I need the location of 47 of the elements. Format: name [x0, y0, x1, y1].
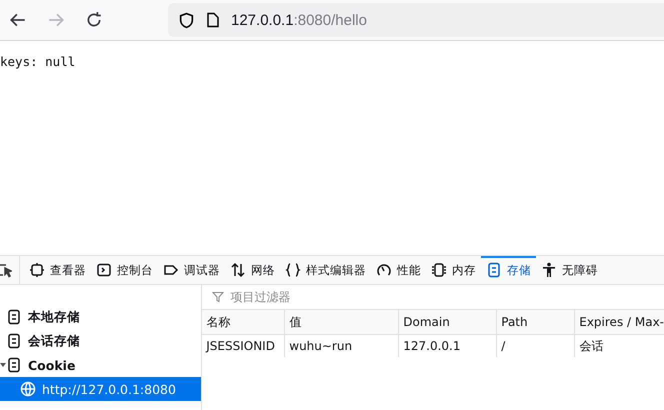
devtools-tab[interactable]: 存储	[481, 256, 536, 284]
table-cell: wuhu~run	[284, 335, 398, 357]
devtools-tab[interactable]: 网络	[225, 256, 280, 284]
person-icon	[541, 262, 557, 278]
devtools-tab[interactable]: 内存	[426, 256, 481, 284]
tree-item[interactable]: 会话存储	[0, 329, 202, 353]
caret-icon	[0, 362, 6, 368]
column-header[interactable]: Path	[496, 310, 574, 334]
column-header[interactable]: 值	[284, 310, 398, 334]
page-text: keys: null	[0, 54, 76, 69]
braces-icon	[285, 262, 301, 278]
column-header[interactable]: 名称	[202, 310, 284, 334]
devtools-tab[interactable]: 无障碍	[536, 256, 603, 284]
storage-icon	[486, 262, 502, 278]
globe-icon	[20, 381, 36, 397]
reload-icon	[85, 11, 103, 29]
devtools-tab[interactable]: 性能	[371, 256, 426, 284]
storage-icon	[6, 309, 22, 325]
console-icon	[96, 262, 112, 278]
tree-item[interactable]: 本地存储	[0, 305, 202, 329]
tree-item[interactable]: Cookie	[0, 353, 202, 377]
table-cell-text: JSESSIONID	[204, 338, 276, 355]
gauge-icon	[376, 262, 392, 278]
column-header[interactable]: Expires / Max-	[574, 310, 664, 334]
column-header[interactable]: Domain	[398, 310, 496, 334]
arrows-icon	[230, 262, 246, 278]
storage-icon	[6, 357, 22, 373]
storage-icon	[6, 333, 22, 349]
shield-icon	[178, 12, 195, 28]
tree-item[interactable]: http://127.0.0.1:8080	[0, 377, 202, 401]
devtools-tab[interactable]: 调试器	[158, 256, 225, 284]
devtools-tab[interactable]: 控制台	[91, 256, 158, 284]
document-icon	[205, 12, 221, 28]
url-text: 127.0.0.1:8080/hello	[231, 12, 367, 28]
table-cell: /	[496, 335, 574, 357]
devtools-tab[interactable]: 查看器	[24, 256, 91, 284]
table-cell: 会话	[574, 335, 664, 357]
devtools-tab[interactable]: 样式编辑器	[280, 256, 371, 284]
picker-icon[interactable]	[0, 262, 12, 278]
filter-field[interactable]: 项目过滤器	[228, 289, 428, 305]
chip-icon	[431, 262, 447, 278]
forward-arrow-icon	[47, 11, 65, 29]
table-cell: 127.0.0.1	[398, 335, 496, 357]
address-bar[interactable]: 127.0.0.1:8080/hello	[168, 3, 664, 37]
filter-icon	[212, 291, 224, 303]
back-arrow-icon	[9, 11, 27, 29]
inspector-icon	[29, 262, 45, 278]
